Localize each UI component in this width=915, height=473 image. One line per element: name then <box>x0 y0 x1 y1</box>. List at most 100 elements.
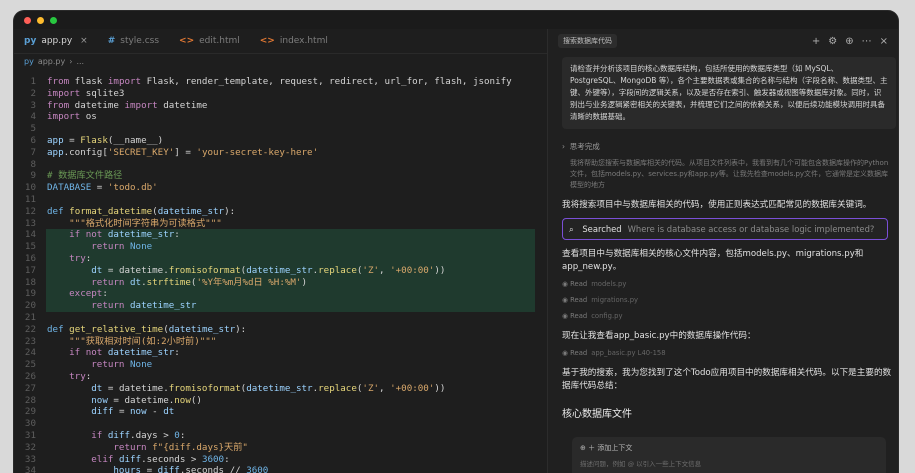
chat-input-placeholder: 描述问题，例如 @ 以引入一些上下文信息 <box>580 460 702 468</box>
line-number: 18 <box>24 276 36 288</box>
code-line[interactable]: 27 dt = datetime.fromisoformat(datetime_… <box>14 383 547 395</box>
close-tab-icon[interactable]: × <box>80 36 88 46</box>
line-number: 29 <box>24 406 36 418</box>
read-file: app_basic.py L40-158 <box>591 349 666 357</box>
close-panel-icon[interactable]: × <box>880 36 888 47</box>
code-line[interactable]: 12 def format_datetime(datetime_str): <box>14 206 547 218</box>
line-number: 31 <box>24 429 36 441</box>
tab-label: edit.html <box>199 36 240 46</box>
close-window-button[interactable] <box>24 16 31 24</box>
code-text: from datetime import datetime <box>47 99 208 111</box>
read-item[interactable]: ◉ Read app_basic.py L40-158 <box>562 349 898 359</box>
code-text: app = Flask(__name__) <box>47 134 164 146</box>
code-line[interactable]: 11 <box>14 194 547 206</box>
code-line[interactable]: 14 if not datetime_str: <box>14 229 547 241</box>
ai-chat-panel: 搜索数据库代码 + ⚙ ⊕ ⋯ × 请检查并分析该项目的核心数据库结构，包括所使… <box>547 29 898 473</box>
search-result-box[interactable]: ⌕ Searched Where is database access or d… <box>562 218 888 240</box>
code-line[interactable]: 18 return dt.strftime('%Y年%m月%d日 %H:%M') <box>14 276 547 289</box>
tab-style-css[interactable]: # style.css <box>98 29 169 53</box>
code-line[interactable]: 5 <box>14 123 547 135</box>
code-line[interactable]: 13 """格式化时间字符串为可读格式""" <box>14 218 547 230</box>
minimize-window-button[interactable] <box>37 16 44 24</box>
line-number: 26 <box>24 370 36 382</box>
line-number: 3 <box>30 99 36 111</box>
code-text: # 数据库文件路径 <box>47 170 123 182</box>
read-item[interactable]: ◉ Read config.py <box>562 312 898 322</box>
code-text: try: <box>69 252 92 264</box>
code-line[interactable]: 10 DATABASE = 'todo.db' <box>14 182 547 194</box>
line-number: 34 <box>24 465 36 473</box>
code-line[interactable]: 22 def get_relative_time(datetime_str): <box>14 324 547 336</box>
settings-icon[interactable]: ⚙ <box>828 36 837 47</box>
read-list: ◉ Read models.py ◉ Read migrations.py ◉ Read… <box>548 280 898 322</box>
line-number: 22 <box>24 323 36 335</box>
chat-input[interactable]: ⊕ ＋ 添加上下文 描述问题，例如 @ 以引入一些上下文信息 <box>572 437 886 473</box>
code-text: app.config['SECRET_KEY'] = 'your-secret-… <box>47 146 319 158</box>
add-context-button[interactable]: ⊕ ＋ 添加上下文 <box>580 443 878 453</box>
code-line[interactable]: 23 """获取相对时间(如:2小时前)""" <box>14 336 547 348</box>
code-line[interactable]: 2 import sqlite3 <box>14 88 547 100</box>
code-text: diff = now - dt <box>91 406 175 418</box>
code-line[interactable]: 1 from flask import Flask, render_templat… <box>14 76 547 88</box>
line-number: 7 <box>30 146 36 158</box>
chevron-right-icon: › <box>562 142 570 151</box>
code-line[interactable]: 3 from datetime import datetime <box>14 100 547 112</box>
line-number: 23 <box>24 335 36 347</box>
code-line[interactable]: 16 try: <box>14 252 547 265</box>
code-line[interactable]: 26 try: <box>14 371 547 383</box>
more-icon[interactable]: ⋯ <box>862 36 872 47</box>
assistant-message-2: 查看项目中与数据库相关的核心文件内容，包括models.py、migration… <box>562 249 864 272</box>
globe-icon[interactable]: ⊕ <box>845 36 853 47</box>
code-line[interactable]: 17 dt = datetime.fromisoformat(datetime_… <box>14 264 547 277</box>
code-line[interactable]: 6 app = Flask(__name__) <box>14 135 547 147</box>
search-icon: ⌕ <box>569 223 577 234</box>
code-line[interactable]: 15 return None <box>14 241 547 253</box>
thought-toggle[interactable]: › 思考完成 <box>562 141 898 152</box>
thought-content: 我将帮助您搜索与数据库相关的代码。从项目文件列表中，我看到有几个可能包含数据库操… <box>570 159 889 189</box>
code-line[interactable]: 30 <box>14 418 547 430</box>
code-line[interactable]: 24 if not datetime_str: <box>14 347 547 359</box>
code-line[interactable]: 19 except: <box>14 288 547 300</box>
code-text: return datetime_str <box>91 300 197 312</box>
breadcrumb-file[interactable]: app.py <box>38 57 65 66</box>
chat-title[interactable]: 搜索数据库代码 <box>558 34 617 48</box>
code-text: return None <box>91 359 153 371</box>
tab-app-py[interactable]: py app.py × <box>14 29 98 53</box>
code-line[interactable]: 8 <box>14 159 547 171</box>
read-item[interactable]: ◉ Read models.py <box>562 280 898 290</box>
code-text: if not datetime_str: <box>69 229 180 241</box>
python-file-icon: py <box>24 56 34 66</box>
line-number: 30 <box>24 418 36 430</box>
code-line[interactable]: 31 if diff.days > 0: <box>14 430 547 442</box>
panel-actions: + ⚙ ⊕ ⋯ × <box>812 36 888 47</box>
code-line[interactable]: 21 <box>14 312 547 324</box>
code-line[interactable]: 20 return datetime_str <box>14 300 547 312</box>
breadcrumb: py app.py › ... <box>14 54 547 68</box>
code-line[interactable]: 4 import os <box>14 111 547 123</box>
read-item[interactable]: ◉ Read migrations.py <box>562 296 898 306</box>
line-number: 8 <box>30 158 36 170</box>
code-text: elif diff.seconds > 3600: <box>91 453 230 465</box>
code-line[interactable]: 28 now = datetime.now() <box>14 395 547 407</box>
new-chat-icon[interactable]: + <box>812 36 820 47</box>
code-line[interactable]: 29 diff = now - dt <box>14 406 547 418</box>
code-line[interactable]: 9 # 数据库文件路径 <box>14 170 547 182</box>
code-line[interactable]: 32 return f"{diff.days}天前" <box>14 442 547 454</box>
read-label: Read <box>570 312 588 320</box>
line-number: 25 <box>24 359 36 371</box>
line-number: 32 <box>24 441 36 453</box>
line-number: 17 <box>24 264 36 276</box>
maximize-window-button[interactable] <box>50 16 57 24</box>
read-file: migrations.py <box>591 296 639 304</box>
breadcrumb-item[interactable]: ... <box>76 57 84 66</box>
code-text: def format_datetime(datetime_str): <box>47 205 236 217</box>
code-line[interactable]: 25 return None <box>14 359 547 371</box>
code-text: return None <box>91 241 153 253</box>
tab-label: style.css <box>120 36 160 46</box>
code-line[interactable]: 34 hours = diff.seconds // 3600 <box>14 465 547 473</box>
code-area[interactable]: 1 from flask import Flask, render_templat… <box>14 76 547 473</box>
code-line[interactable]: 33 elif diff.seconds > 3600: <box>14 454 547 466</box>
tab-edit-html[interactable]: <> edit.html <box>169 29 250 53</box>
code-line[interactable]: 7 app.config['SECRET_KEY'] = 'your-secret… <box>14 147 547 159</box>
tab-index-html[interactable]: <> index.html <box>250 29 338 53</box>
